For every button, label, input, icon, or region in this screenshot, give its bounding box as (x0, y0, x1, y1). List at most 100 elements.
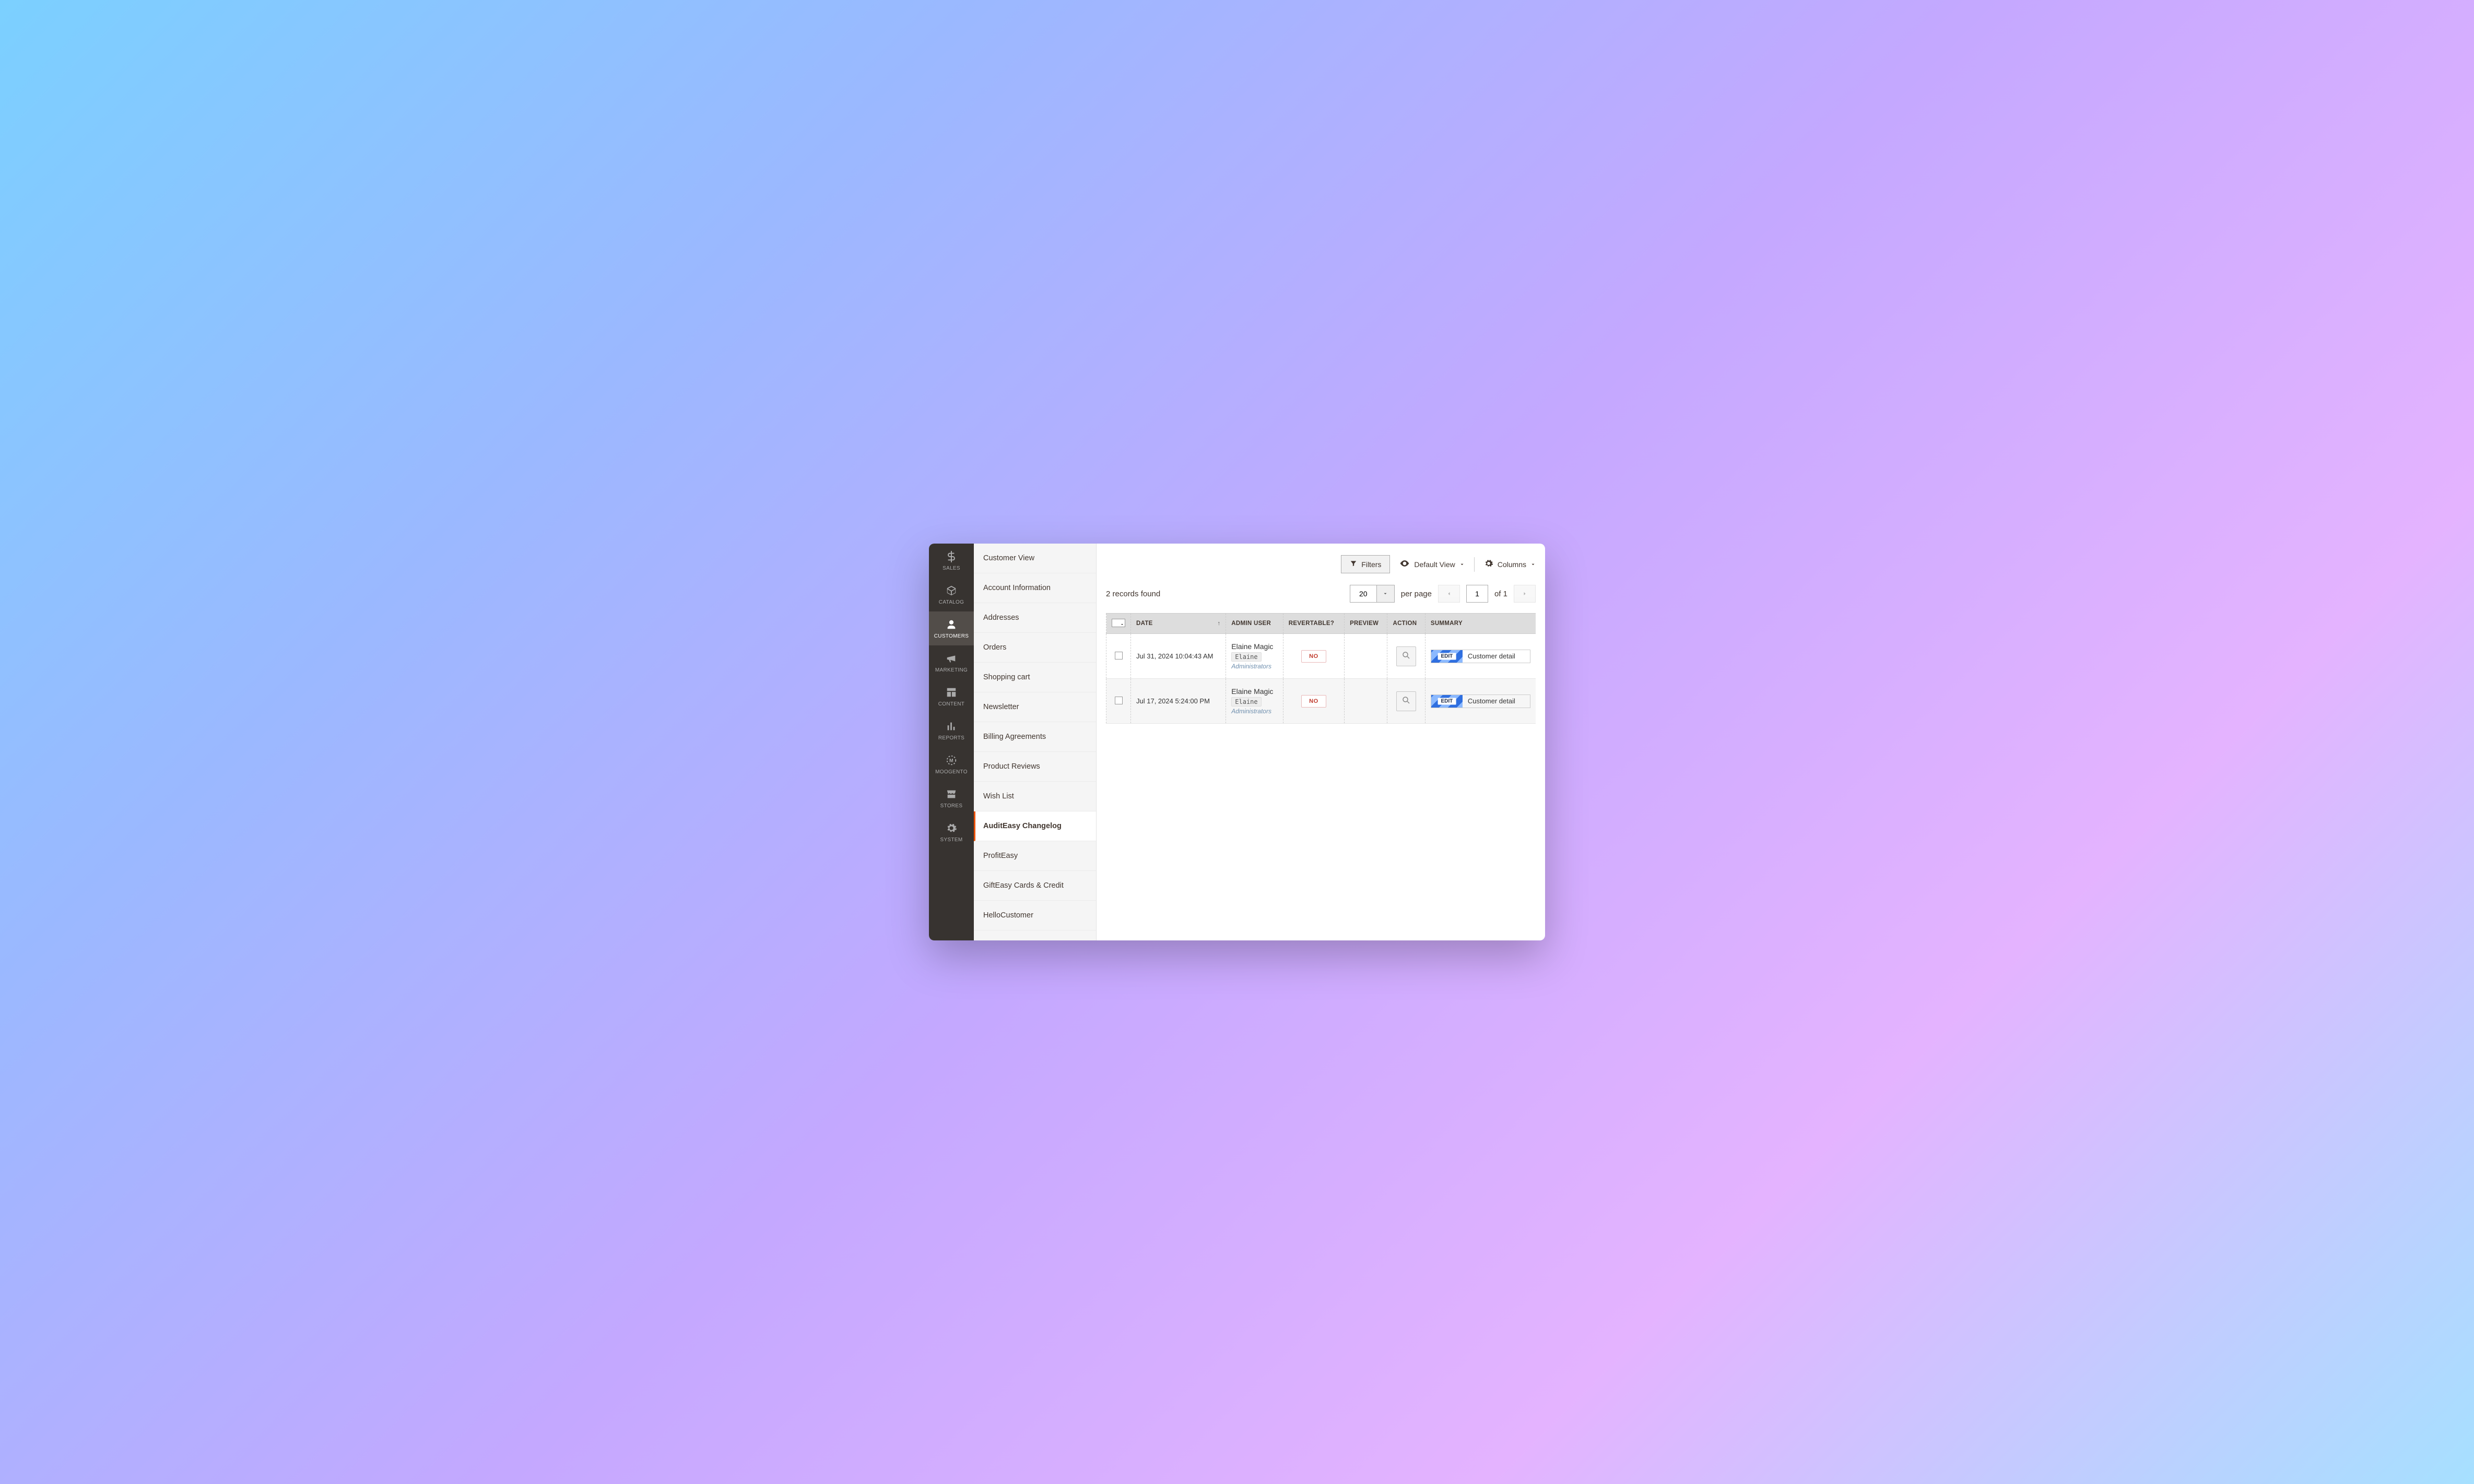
col-date[interactable]: DATE ↑ (1131, 614, 1226, 634)
subnav-gifteasy[interactable]: GiftEasy Cards & Credit (974, 871, 1096, 901)
cell-preview (1345, 634, 1387, 679)
subnav-addresses[interactable]: Addresses (974, 603, 1096, 633)
col-admin-user[interactable]: ADMIN USER (1226, 614, 1283, 634)
nav-moogento-label: MOOGENTO (935, 769, 968, 775)
grid-toolbar-controls: Filters Default View Columns (1106, 555, 1536, 573)
columns-dropdown[interactable]: Columns (1484, 559, 1536, 570)
cell-admin-user: Elaine Magic Elaine Administrators (1226, 634, 1283, 679)
filters-button[interactable]: Filters (1341, 555, 1390, 573)
col-select (1106, 614, 1131, 634)
cell-revertable: NO (1283, 679, 1344, 724)
page-size-control (1350, 585, 1395, 603)
edit-badge: EDIT (1431, 695, 1463, 708)
table-row: Jul 31, 2024 10:04:43 AM Elaine Magic El… (1106, 634, 1536, 679)
subnav-newsletter[interactable]: Newsletter (974, 692, 1096, 722)
columns-label: Columns (1498, 560, 1526, 569)
person-icon (946, 619, 957, 630)
customer-subnav: Customer View Account Information Addres… (974, 544, 1097, 940)
cell-preview (1345, 679, 1387, 724)
subnav-billing-agreements[interactable]: Billing Agreements (974, 722, 1096, 752)
default-view-dropdown[interactable]: Default View (1399, 558, 1464, 570)
sort-asc-icon: ↑ (1217, 620, 1220, 627)
nav-reports-label: REPORTS (938, 735, 964, 741)
nav-catalog-label: CATALOG (939, 599, 964, 605)
col-preview[interactable]: PREVIEW (1345, 614, 1387, 634)
col-action[interactable]: ACTION (1387, 614, 1425, 634)
cell-action (1387, 679, 1425, 724)
page-of-label: of 1 (1494, 590, 1507, 598)
page-size-dropdown[interactable] (1377, 585, 1395, 603)
nav-marketing[interactable]: MARKETING (929, 645, 974, 679)
nav-system[interactable]: SYSTEM (929, 815, 974, 849)
cell-date: Jul 17, 2024 5:24:00 PM (1131, 679, 1226, 724)
subnav-auditeasy-changelog[interactable]: AuditEasy Changelog (974, 811, 1096, 841)
prev-page-button[interactable] (1438, 585, 1460, 603)
toolbar-divider (1474, 557, 1475, 572)
admin-user-login: Elaine (1231, 697, 1261, 706)
nav-marketing-label: MARKETING (935, 667, 968, 673)
nav-content[interactable]: CONTENT (929, 679, 974, 713)
nav-moogento[interactable]: M MOOGENTO (929, 747, 974, 781)
revertable-badge: NO (1301, 650, 1326, 663)
main-content: Filters Default View Columns (1097, 544, 1545, 940)
magnifier-icon (1401, 651, 1411, 662)
box-icon (946, 585, 957, 596)
nav-content-label: CONTENT (938, 701, 964, 707)
records-count: 2 records found (1106, 590, 1160, 598)
row-checkbox[interactable] (1115, 652, 1123, 659)
summary-chip[interactable]: EDIT Customer detail (1431, 650, 1530, 663)
subnav-shopping-cart[interactable]: Shopping cart (974, 663, 1096, 692)
nav-sales-label: SALES (943, 566, 960, 571)
caret-down-icon (1459, 560, 1465, 569)
per-page-label: per page (1401, 590, 1432, 598)
cell-revertable: NO (1283, 634, 1344, 679)
cell-action (1387, 634, 1425, 679)
bar-chart-icon (946, 721, 957, 732)
summary-text: Customer detail (1468, 697, 1515, 705)
nav-sales[interactable]: SALES (929, 544, 974, 578)
megaphone-icon (946, 653, 957, 664)
admin-window: SALES CATALOG CUSTOMERS MARKETING CONTEN… (929, 544, 1545, 940)
summary-chip[interactable]: EDIT Customer detail (1431, 694, 1530, 708)
table-row: Jul 17, 2024 5:24:00 PM Elaine Magic Ela… (1106, 679, 1536, 724)
nav-stores-label: STORES (940, 803, 963, 809)
gear-icon (1484, 559, 1493, 570)
view-action-button[interactable] (1396, 691, 1416, 711)
default-view-label: Default View (1414, 560, 1455, 569)
col-revertable[interactable]: REVERTABLE? (1283, 614, 1344, 634)
nav-reports[interactable]: REPORTS (929, 713, 974, 747)
filters-label: Filters (1361, 560, 1381, 569)
subnav-account-information[interactable]: Account Information (974, 573, 1096, 603)
nav-customers[interactable]: CUSTOMERS (929, 611, 974, 645)
subnav-orders[interactable]: Orders (974, 633, 1096, 663)
cell-date: Jul 31, 2024 10:04:43 AM (1131, 634, 1226, 679)
magnifier-icon (1401, 696, 1411, 706)
dollar-icon (946, 551, 957, 562)
gear-icon (946, 822, 957, 834)
subnav-hellocustomer[interactable]: HelloCustomer (974, 901, 1096, 931)
summary-text: Customer detail (1468, 652, 1515, 660)
col-summary[interactable]: SUMMARY (1425, 614, 1536, 634)
cell-summary: EDIT Customer detail (1425, 679, 1536, 724)
subnav-customer-view[interactable]: Customer View (974, 544, 1096, 573)
subnav-wish-list[interactable]: Wish List (974, 782, 1096, 811)
subnav-product-reviews[interactable]: Product Reviews (974, 752, 1096, 782)
revertable-badge: NO (1301, 695, 1326, 708)
subnav-profiteasy[interactable]: ProfitEasy (974, 841, 1096, 871)
nav-customers-label: CUSTOMERS (934, 633, 969, 639)
layout-icon (946, 687, 957, 698)
page-size-input[interactable] (1350, 585, 1377, 603)
nav-stores[interactable]: STORES (929, 781, 974, 815)
nav-catalog[interactable]: CATALOG (929, 578, 974, 611)
next-page-button[interactable] (1514, 585, 1536, 603)
current-page-input[interactable] (1466, 585, 1488, 603)
store-icon (946, 788, 957, 800)
cell-admin-user: Elaine Magic Elaine Administrators (1226, 679, 1283, 724)
nav-system-label: SYSTEM (940, 837, 963, 843)
view-action-button[interactable] (1396, 646, 1416, 666)
row-checkbox[interactable] (1115, 697, 1123, 704)
select-all-dropdown[interactable] (1112, 619, 1125, 627)
admin-user-name: Elaine Magic (1231, 642, 1277, 651)
moogento-icon: M (946, 755, 957, 766)
grid-toolbar-paging: 2 records found per page of 1 (1106, 585, 1536, 603)
